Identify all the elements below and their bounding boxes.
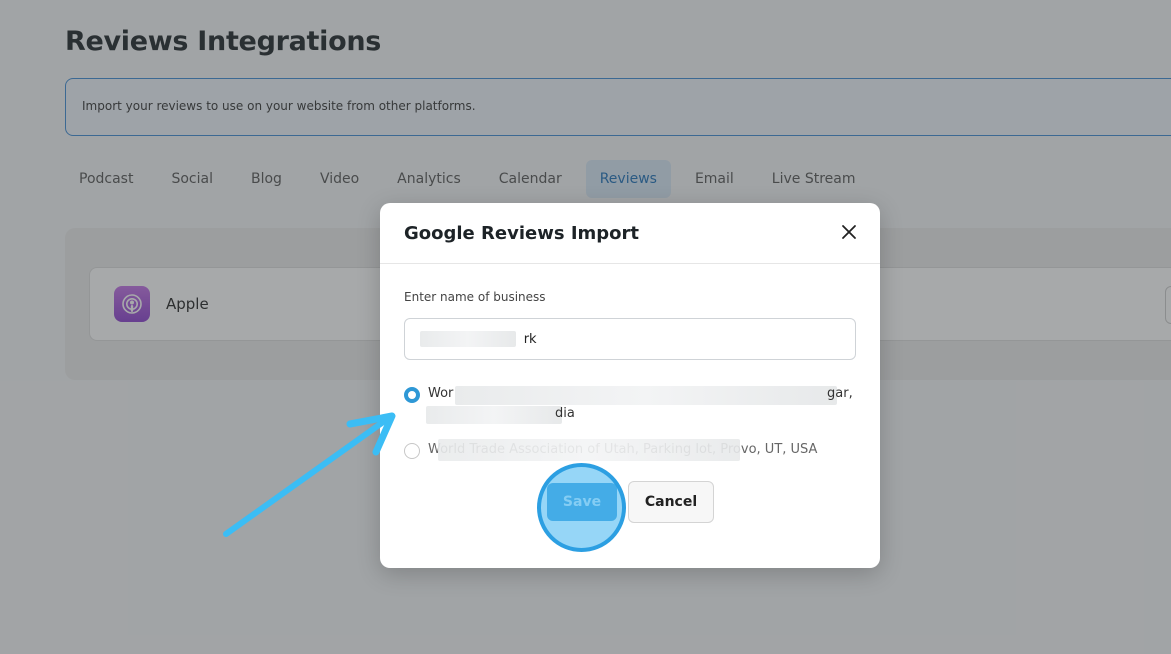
modal-actions: Save Cancel	[380, 481, 880, 523]
modal-title: Google Reviews Import	[404, 223, 640, 244]
redacted-option-2	[438, 439, 740, 461]
redacted-option-1	[455, 386, 837, 405]
option-1-start: Wor	[428, 386, 454, 401]
option-1-line2-end: dia	[555, 406, 575, 421]
option-1-end: gar,	[827, 386, 853, 401]
redacted-input-text	[420, 331, 516, 347]
business-name-label: Enter name of business	[404, 290, 546, 304]
business-option-radio-1[interactable]	[404, 387, 420, 403]
cancel-button[interactable]: Cancel	[628, 481, 714, 523]
business-option-radio-2[interactable]	[404, 443, 420, 459]
save-button[interactable]: Save	[547, 483, 617, 521]
google-reviews-import-dialog: Google Reviews Import Enter name of busi…	[380, 203, 880, 568]
redacted-option-1-line2	[426, 406, 562, 424]
close-icon[interactable]	[838, 221, 860, 243]
modal-header: Google Reviews Import	[380, 203, 880, 264]
